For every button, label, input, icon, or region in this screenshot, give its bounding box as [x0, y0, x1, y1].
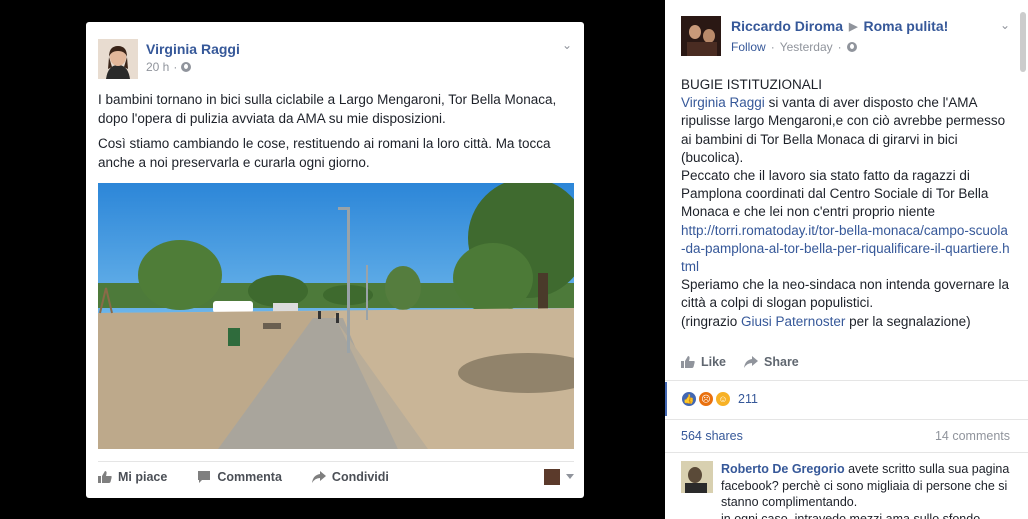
post-paragraph: I bambini tornano in bici sulla ciclabil…: [98, 92, 557, 126]
caret-down-icon: [566, 474, 574, 479]
like-button[interactable]: Like: [681, 355, 726, 369]
post-time[interactable]: 20 h: [146, 60, 169, 74]
shares-count[interactable]: 564 shares: [681, 429, 743, 443]
post-paragraph: Così stiamo cambiando le cose, restituen…: [98, 136, 551, 170]
divider: [665, 419, 1028, 420]
triangle-right-icon: ▶: [849, 20, 858, 33]
comment-text: in ogni caso, intravedo mezzi ama sullo …: [721, 511, 981, 519]
article-link[interactable]: http://torri.romatoday.it/tor-bella-mona…: [681, 222, 1011, 277]
separator-dot: ·: [173, 60, 178, 74]
post-paragraph: Peccato che il lavoro sia stato fatto da…: [681, 168, 989, 220]
chevron-down-icon[interactable]: ⌄: [1000, 18, 1010, 32]
panel-time[interactable]: Yesterday: [780, 40, 833, 54]
thumbs-up-icon: [681, 356, 695, 368]
post-photo[interactable]: [98, 183, 574, 449]
share-button[interactable]: Share: [744, 355, 799, 369]
commenter-avatar[interactable]: [681, 461, 713, 493]
thumbs-up-icon: [98, 470, 112, 483]
post-author-name[interactable]: Virginia Raggi: [146, 41, 240, 57]
comment-button[interactable]: Commenta: [197, 470, 282, 484]
like-label: Mi piace: [118, 469, 168, 484]
separator-dot: ·: [770, 40, 775, 54]
post-breadcrumb: Riccardo Diroma ▶ Roma pulita!: [731, 18, 948, 34]
comment-icon: [198, 470, 211, 483]
haha-reaction-icon: ☺: [715, 391, 731, 407]
comments-count[interactable]: 14 comments: [935, 429, 1010, 443]
like-button[interactable]: Mi piace: [98, 470, 167, 484]
reaction-count[interactable]: 211: [738, 392, 758, 406]
post-paragraph: Speriamo che la neo-sindaca non intenda …: [681, 277, 1009, 311]
separator-dot: ·: [837, 40, 842, 54]
globe-icon: [846, 42, 857, 52]
post-paragraph: Virginia Raggi si vanta di aver disposto…: [681, 94, 1011, 167]
panel-meta: Follow · Yesterday ·: [731, 40, 857, 54]
author-avatar[interactable]: [98, 39, 138, 79]
commenter-name[interactable]: Roberto De Gregorio: [721, 462, 845, 476]
group-name[interactable]: Roma pulita!: [864, 18, 949, 34]
globe-icon: [181, 62, 192, 72]
post-stats: 564 shares 14 comments: [681, 429, 1010, 443]
share-label: Share: [764, 355, 799, 369]
like-label: Like: [701, 355, 727, 369]
reactions-summary[interactable]: 👍 ☹ ☺ 211: [681, 391, 758, 407]
avatar: [544, 468, 560, 485]
post-header: Virginia Raggi 20 h · ⌄: [86, 22, 584, 84]
mention-link[interactable]: Virginia Raggi: [681, 95, 765, 110]
shared-post-panel: Riccardo Diroma ▶ Roma pulita! Follow · …: [665, 0, 1028, 519]
audience-selector[interactable]: [544, 468, 574, 485]
panel-post-text: BUGIE ISTITUZIONALI Virginia Raggi si va…: [681, 76, 1011, 331]
divider: [665, 452, 1028, 453]
follow-link[interactable]: Follow: [731, 40, 766, 54]
text-span: per la segnalazione): [845, 313, 971, 329]
like-reaction-icon: 👍: [681, 391, 697, 407]
panel-author-name[interactable]: Riccardo Diroma: [731, 18, 843, 34]
scrollbar[interactable]: [1020, 12, 1026, 72]
divider: [665, 380, 1028, 381]
share-icon: [744, 356, 759, 368]
post-card: Virginia Raggi 20 h · ⌄ I bambini tornan…: [86, 22, 584, 498]
post-title: BUGIE ISTITUZIONALI: [681, 77, 823, 92]
share-button[interactable]: Condividi: [311, 469, 389, 484]
chevron-down-icon[interactable]: ⌄: [562, 38, 572, 52]
text-span: (ringrazio: [681, 313, 742, 329]
reactions-highlight: [665, 382, 667, 416]
comment-label: Commenta: [217, 469, 282, 484]
post-actions: Mi piace Commenta Condividi: [98, 461, 574, 491]
share-label: Condividi: [331, 469, 389, 484]
comment-body: Roberto De Gregorio avete scritto sulla …: [721, 461, 1011, 519]
angry-reaction-icon: ☹: [698, 391, 714, 407]
panel-header: Riccardo Diroma ▶ Roma pulita! Follow · …: [665, 0, 1028, 62]
share-icon: [311, 470, 326, 483]
post-paragraph: (ringrazio Giusi Paternoster per la segn…: [681, 313, 1011, 331]
mention-link[interactable]: Giusi Paternoster: [741, 314, 845, 329]
post-text: I bambini tornano in bici sulla ciclabil…: [98, 90, 576, 178]
author-avatar[interactable]: [681, 16, 721, 56]
post-meta: 20 h ·: [146, 60, 192, 74]
panel-actions: Like Share: [681, 355, 799, 369]
